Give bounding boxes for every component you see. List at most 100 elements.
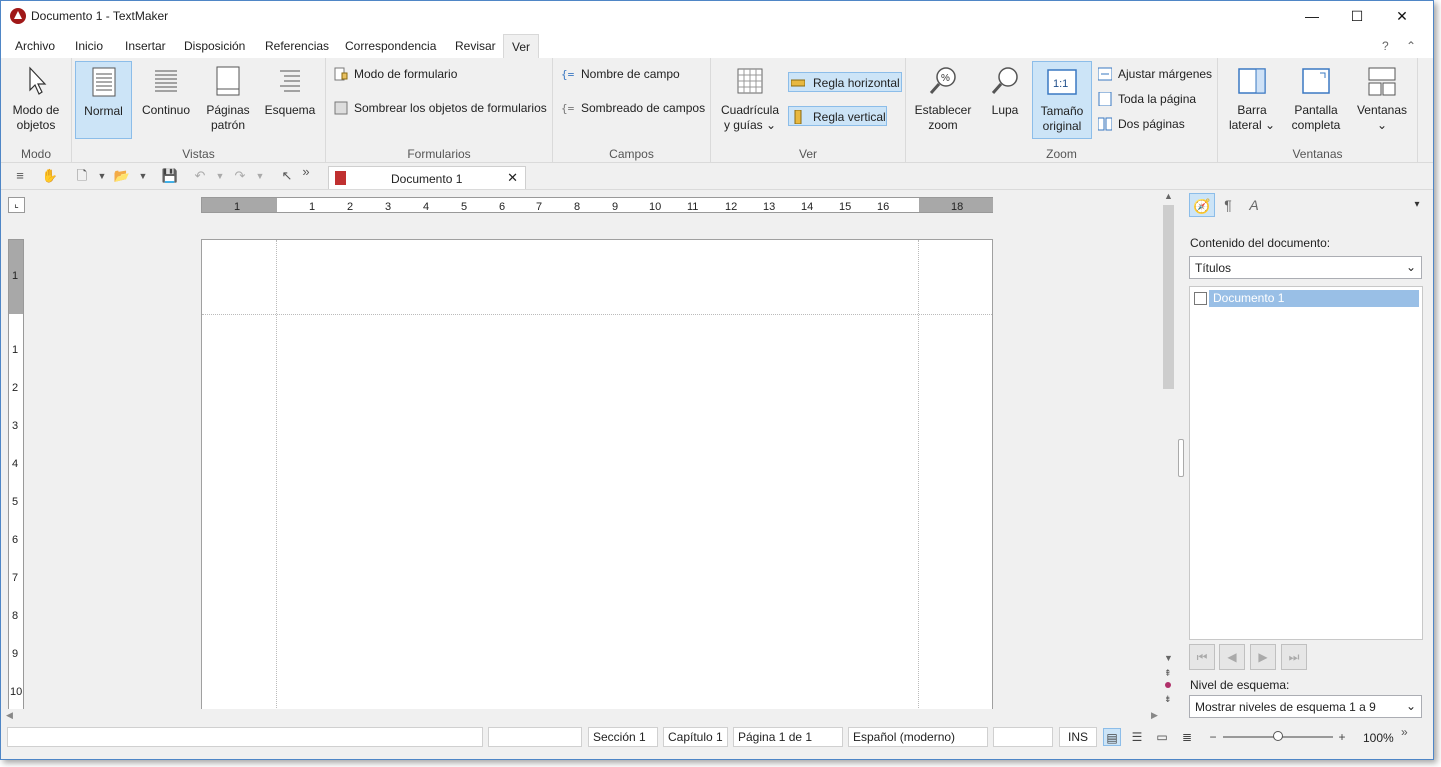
menu-referencias[interactable]: Referencias: [265, 39, 329, 53]
set-zoom-button[interactable]: % Establecer zoom: [912, 61, 974, 139]
two-pages-button[interactable]: Dos páginas: [1096, 114, 1185, 134]
scroll-right-icon[interactable]: ▶: [1151, 710, 1158, 721]
previous-item-button[interactable]: ◀: [1219, 644, 1245, 670]
status-outline-view-icon[interactable]: ≣: [1178, 728, 1196, 746]
scroll-down-icon[interactable]: ▼: [1164, 653, 1173, 663]
full-screen-button[interactable]: Pantalla completa: [1286, 61, 1346, 139]
fit-margins-button[interactable]: Ajustar márgenes: [1096, 64, 1212, 84]
first-item-button[interactable]: ⏮: [1189, 644, 1215, 670]
menu-archivo[interactable]: Archivo: [15, 39, 55, 53]
previous-page-icon[interactable]: ⇞: [1164, 668, 1172, 679]
view-esquema-button[interactable]: Esquema: [260, 61, 320, 139]
status-chapter[interactable]: Capítulo 1: [663, 727, 728, 747]
form-mode-button[interactable]: Modo de formulario: [332, 64, 457, 84]
panel-menu-icon[interactable]: ▾: [1404, 193, 1430, 217]
toolbar-more-icon[interactable]: »: [297, 163, 315, 181]
grid-guides-button[interactable]: Cuadrícula y guías ⌄: [717, 61, 783, 139]
ruler-h-label: 8: [574, 201, 581, 213]
navigator-icon[interactable]: 🧭: [1189, 193, 1215, 217]
next-item-button[interactable]: ▶: [1250, 644, 1276, 670]
grid-guides-label-1: Cuadrícula: [720, 103, 780, 117]
vertical-ruler-toggle[interactable]: Regla vertical: [788, 106, 887, 126]
original-size-button[interactable]: 1:1 Tamaño original: [1032, 61, 1092, 139]
save-icon[interactable]: 💾: [161, 167, 179, 185]
open-folder-icon[interactable]: 📂: [113, 167, 131, 185]
field-names-button[interactable]: {=} Nombre de campo: [559, 64, 680, 84]
vertical-ruler[interactable]: 1 1 2 3 4 5 6 7 8 9 10: [8, 239, 24, 711]
sidebar-toggle-button[interactable]: Barra lateral ⌄: [1222, 61, 1282, 139]
object-mode-button[interactable]: Modo de objetos: [5, 61, 67, 139]
status-insert-mode[interactable]: INS: [1059, 727, 1097, 747]
close-button[interactable]: ✕: [1379, 1, 1425, 32]
status-continuous-view-icon[interactable]: ☰: [1128, 728, 1146, 746]
horizontal-ruler-toggle[interactable]: Regla horizontal: [788, 72, 902, 92]
horizontal-ruler[interactable]: 1 1 2 3 4 5 6 7 8 9 10 11 12 13 14 15 16 18: [201, 197, 993, 213]
tree-item-checkbox[interactable]: [1194, 292, 1207, 305]
status-language[interactable]: Español (moderno): [848, 727, 988, 747]
paragraph-styles-icon[interactable]: ¶: [1215, 193, 1241, 217]
collapse-ribbon-icon[interactable]: ⌃: [1406, 39, 1416, 53]
hand-tool-icon[interactable]: ✋: [41, 167, 59, 185]
status-page[interactable]: Página 1 de 1: [733, 727, 843, 747]
magnifier-button[interactable]: Lupa: [980, 61, 1030, 139]
windows-button[interactable]: Ventanas ⌄: [1352, 61, 1412, 139]
help-icon[interactable]: ?: [1382, 39, 1389, 53]
zoom-in-icon[interactable]: +: [1333, 728, 1351, 746]
tab-stop-selector[interactable]: ⌞: [8, 197, 25, 213]
browse-object-icon[interactable]: [1165, 682, 1171, 688]
undo-dropdown-icon[interactable]: ▼: [211, 167, 229, 185]
scroll-up-icon[interactable]: ▲: [1164, 191, 1173, 201]
view-continuo-button[interactable]: Continuo: [136, 61, 196, 139]
group-label-zoom: Zoom: [1046, 147, 1077, 161]
maximize-button[interactable]: ☐: [1334, 1, 1380, 32]
zoom-percent[interactable]: 100%: [1363, 731, 1394, 745]
view-paginas-patron-button[interactable]: Páginas patrón: [200, 61, 256, 139]
scroll-thumb[interactable]: [1163, 205, 1174, 389]
contents-filter-select[interactable]: Títulos ⌄: [1189, 256, 1422, 279]
textmaker-logo-icon[interactable]: [10, 8, 26, 24]
document-page[interactable]: [201, 239, 993, 719]
last-item-button[interactable]: ⏭: [1281, 644, 1307, 670]
vertical-ruler-icon: [794, 110, 802, 124]
menu-hamburger-icon[interactable]: ≡: [11, 167, 29, 185]
zoom-slider[interactable]: [1223, 731, 1333, 741]
menu-insertar[interactable]: Insertar: [125, 39, 166, 53]
menu-inicio[interactable]: Inicio: [75, 39, 103, 53]
close-tab-icon[interactable]: ✕: [507, 170, 518, 186]
open-dropdown-icon[interactable]: ▼: [134, 167, 152, 185]
zoom-out-icon[interactable]: −: [1204, 728, 1222, 746]
menu-revisar[interactable]: Revisar: [455, 39, 496, 53]
new-dropdown-icon[interactable]: ▼: [93, 167, 111, 185]
status-master-view-icon[interactable]: ▭: [1153, 728, 1171, 746]
status-section[interactable]: Sección 1: [588, 727, 658, 747]
status-normal-view-icon[interactable]: ▤: [1103, 728, 1121, 746]
menu-ver[interactable]: Ver: [503, 34, 540, 58]
vertical-scrollbar[interactable]: ▲ ▼ ⇞ ⇟: [1160, 191, 1177, 709]
vertical-ruler-label: Regla vertical: [813, 110, 886, 124]
view-normal-button[interactable]: Normal: [75, 61, 132, 139]
next-page-icon[interactable]: ⇟: [1164, 694, 1172, 705]
tree-item-document[interactable]: Documento 1: [1209, 290, 1419, 307]
zoom-slider-knob[interactable]: [1273, 731, 1283, 741]
shade-form-objects-button[interactable]: Sombrear los objetos de formularios: [332, 98, 547, 118]
document-outline-tree[interactable]: Documento 1: [1189, 286, 1423, 640]
select-arrow-icon[interactable]: ↖: [278, 167, 296, 185]
outline-level-select[interactable]: Mostrar niveles de esquema 1 a 9 ⌄: [1189, 695, 1422, 718]
redo-dropdown-icon[interactable]: ▼: [251, 167, 269, 185]
menu-disposicion[interactable]: Disposición: [184, 39, 245, 53]
new-document-icon[interactable]: 🗋: [73, 167, 91, 185]
svg-text:{=}: {=}: [561, 68, 575, 81]
full-screen-label-1: Pantalla: [1294, 103, 1338, 117]
menu-correspondencia[interactable]: Correspondencia: [345, 39, 436, 53]
undo-icon[interactable]: ↶: [191, 167, 209, 185]
whole-page-button[interactable]: Toda la página: [1096, 89, 1196, 109]
field-shading-button[interactable]: {=} Sombreado de campos: [559, 98, 705, 118]
document-tab[interactable]: Documento 1 ✕: [328, 166, 526, 189]
horizontal-scrollbar[interactable]: ◀ ▶: [1, 709, 1176, 723]
scroll-left-icon[interactable]: ◀: [6, 710, 13, 721]
character-styles-icon[interactable]: A: [1241, 193, 1267, 217]
minimize-button[interactable]: —: [1289, 1, 1335, 32]
redo-icon[interactable]: ↷: [231, 167, 249, 185]
status-more-icon[interactable]: »: [1401, 725, 1408, 739]
ruler-v-label: 4: [12, 458, 19, 470]
